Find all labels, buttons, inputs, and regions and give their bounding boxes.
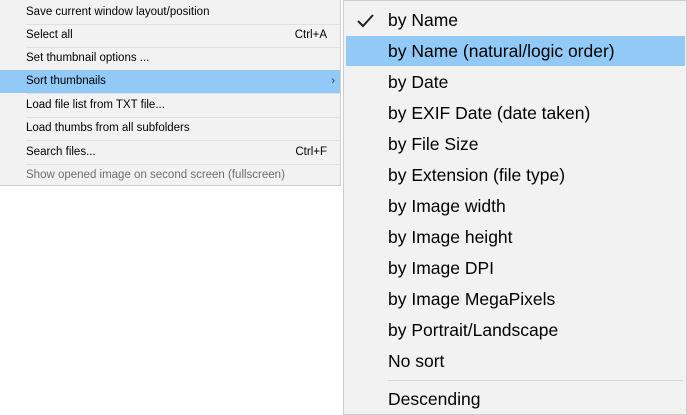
- sort-option-by-name-natural[interactable]: by Name (natural/logic order): [346, 36, 685, 66]
- menu-item-load-file-list[interactable]: Load file list from TXT file...: [0, 94, 340, 117]
- menu-item-label: Select all: [26, 29, 73, 41]
- sort-option-no-sort[interactable]: No sort: [346, 346, 685, 376]
- checkmark-icon: [356, 5, 376, 35]
- menu-item-label: Load file list from TXT file...: [26, 99, 165, 111]
- sort-option-label: by Extension (file type): [388, 165, 566, 185]
- menu-item-show-second-screen: Show opened image on second screen (full…: [0, 164, 340, 187]
- sort-option-label: by Portrait/Landscape: [388, 320, 559, 340]
- menu-item-label: Load thumbs from all subfolders: [26, 122, 190, 134]
- menu-item-select-all[interactable]: Select all Ctrl+A: [0, 24, 340, 47]
- shortcut-label: Ctrl+F: [295, 146, 327, 158]
- sort-option-by-file-size[interactable]: by File Size: [346, 129, 685, 159]
- sort-option-by-orientation[interactable]: by Portrait/Landscape: [346, 315, 685, 345]
- sort-option-label: by Image MegaPixels: [388, 289, 556, 309]
- sort-option-by-image-height[interactable]: by Image height: [346, 222, 685, 252]
- sort-option-descending[interactable]: Descending: [346, 384, 685, 414]
- sort-option-label: by Image width: [388, 196, 506, 216]
- sort-option-by-megapixels[interactable]: by Image MegaPixels: [346, 284, 685, 314]
- sort-option-by-name[interactable]: by Name: [346, 5, 685, 35]
- sort-option-by-image-width[interactable]: by Image width: [346, 191, 685, 221]
- sort-option-label: No sort: [388, 351, 445, 371]
- sort-submenu: by Name by Name (natural/logic order) by…: [343, 0, 687, 415]
- sort-option-label: by Name (natural/logic order): [388, 41, 615, 61]
- sort-option-by-image-dpi[interactable]: by Image DPI: [346, 253, 685, 283]
- menu-item-save-window-layout[interactable]: Save current window layout/position: [0, 1, 340, 24]
- sort-option-by-extension[interactable]: by Extension (file type): [346, 160, 685, 190]
- sort-option-label: by Name: [388, 10, 459, 30]
- menu-divider: [388, 380, 683, 381]
- context-menu: Save current window layout/position Sele…: [0, 0, 341, 186]
- menu-item-label: Save current window layout/position: [26, 6, 210, 18]
- menu-item-sort-thumbnails[interactable]: Sort thumbnails ›: [0, 70, 340, 93]
- sort-option-label: by Date: [388, 72, 449, 92]
- sort-option-by-date[interactable]: by Date: [346, 67, 685, 97]
- sort-option-label: by File Size: [388, 134, 479, 154]
- chevron-right-icon: ›: [331, 75, 335, 87]
- sort-option-label: by Image height: [388, 227, 513, 247]
- menu-item-search-files[interactable]: Search files... Ctrl+F: [0, 141, 340, 164]
- sort-option-label: by Image DPI: [388, 258, 495, 278]
- shortcut-label: Ctrl+A: [294, 29, 327, 41]
- menu-item-label: Show opened image on second screen (full…: [26, 169, 285, 181]
- sort-option-by-exif-date[interactable]: by EXIF Date (date taken): [346, 98, 685, 128]
- menu-item-label: Set thumbnail options ...: [26, 52, 150, 64]
- menu-item-set-thumbnail-options[interactable]: Set thumbnail options ...: [0, 47, 340, 70]
- menu-item-load-thumbs-subfolders[interactable]: Load thumbs from all subfolders: [0, 117, 340, 140]
- menu-item-label: Sort thumbnails: [26, 75, 106, 87]
- sort-option-label: by EXIF Date (date taken): [388, 103, 591, 123]
- sort-option-label: Descending: [388, 389, 481, 409]
- menu-item-label: Search files...: [26, 146, 96, 158]
